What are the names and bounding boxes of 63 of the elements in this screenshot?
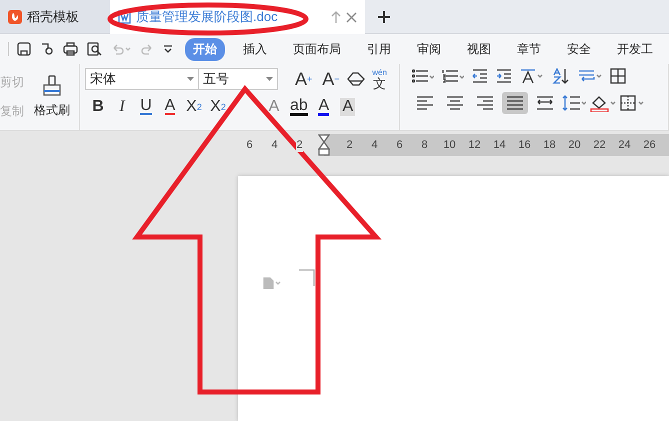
ruler-number: 12 xyxy=(467,138,482,153)
caret-icon xyxy=(266,77,273,81)
font-name-select[interactable]: 宋体 xyxy=(85,68,199,90)
eraser-icon[interactable] xyxy=(346,71,365,87)
print-icon[interactable] xyxy=(63,42,78,56)
table-layout-icon[interactable] xyxy=(610,68,626,84)
menu-tab[interactable]: 引用 xyxy=(359,38,399,60)
bold-button[interactable]: B xyxy=(87,96,109,118)
phonetic-guide-button[interactable]: 文 wén xyxy=(368,68,391,90)
font-size-select[interactable]: 五号 xyxy=(198,68,278,90)
margin-corner-icon xyxy=(299,268,315,286)
font-color-button[interactable]: A xyxy=(312,96,335,118)
close-icon[interactable] xyxy=(346,12,357,22)
show-marks-icon[interactable] xyxy=(578,68,602,84)
grow-font-button[interactable]: A$^{+}$ xyxy=(292,68,316,90)
ruler-number: 6 xyxy=(395,138,404,153)
ruler-number: 16 xyxy=(517,138,532,153)
menu-tab[interactable]: 视图 xyxy=(459,38,499,60)
document-w-icon xyxy=(118,10,131,24)
fill-bucket-icon[interactable] xyxy=(590,94,616,112)
italic-button[interactable]: I xyxy=(111,96,133,118)
ruler-number: 4 xyxy=(370,138,379,153)
increase-indent-icon[interactable] xyxy=(496,69,512,83)
menu-tab[interactable]: 章节 xyxy=(509,38,549,60)
save-icon[interactable] xyxy=(17,42,31,56)
ruler-number: 22 xyxy=(592,138,607,153)
ruler-number: 8 xyxy=(420,138,429,153)
ruler-number: 14 xyxy=(492,138,507,153)
flame-logo-icon xyxy=(8,10,22,24)
numbered-list-icon[interactable] xyxy=(442,69,464,83)
caret-icon xyxy=(187,77,194,81)
bulleted-list-icon[interactable] xyxy=(412,69,434,83)
dropdown-caret-icon[interactable] xyxy=(163,45,173,53)
print-preview-icon[interactable] xyxy=(87,42,102,56)
ruler-number: 20 xyxy=(567,138,582,153)
menu-tab[interactable]: 页面布局 xyxy=(285,38,349,60)
indent-marker-icon[interactable] xyxy=(318,134,330,156)
align-justify-button[interactable] xyxy=(502,92,528,114)
sort-icon[interactable] xyxy=(552,68,570,84)
tab-title: 质量管理发展阶段图.doc xyxy=(136,8,278,26)
highlight-button[interactable]: ab xyxy=(287,96,311,118)
menu-tab[interactable]: 审阅 xyxy=(409,38,449,60)
tab-title: 稻壳模板 xyxy=(27,8,79,26)
plus-icon[interactable] xyxy=(377,10,391,24)
line-spacing-icon[interactable] xyxy=(562,95,586,111)
ruler-number: 2 xyxy=(345,138,354,153)
menu-tab[interactable]: 安全 xyxy=(559,38,599,60)
ruler-number: 6 xyxy=(246,138,253,152)
ruler-number: 24 xyxy=(617,138,632,153)
menu-tab[interactable]: 开发工 xyxy=(609,38,661,60)
borders-icon[interactable] xyxy=(620,95,646,111)
underline-button[interactable]: U xyxy=(135,96,157,118)
strikethrough-button[interactable]: A xyxy=(159,96,181,118)
menu-tab[interactable]: 插入 xyxy=(235,38,275,60)
character-spacing-icon[interactable] xyxy=(520,68,544,84)
ruler-number: 10 xyxy=(442,138,457,153)
ruler-number: 26 xyxy=(642,138,657,153)
decrease-indent-icon[interactable] xyxy=(472,69,488,83)
shrink-font-button[interactable]: A$^{−}$ xyxy=(319,68,343,90)
ruler-number: 18 xyxy=(542,138,557,153)
format-painter-button[interactable]: 格式刷 xyxy=(34,68,70,126)
template-tab[interactable]: 稻壳模板 xyxy=(0,0,110,33)
ruler-number: 2 xyxy=(296,138,303,152)
